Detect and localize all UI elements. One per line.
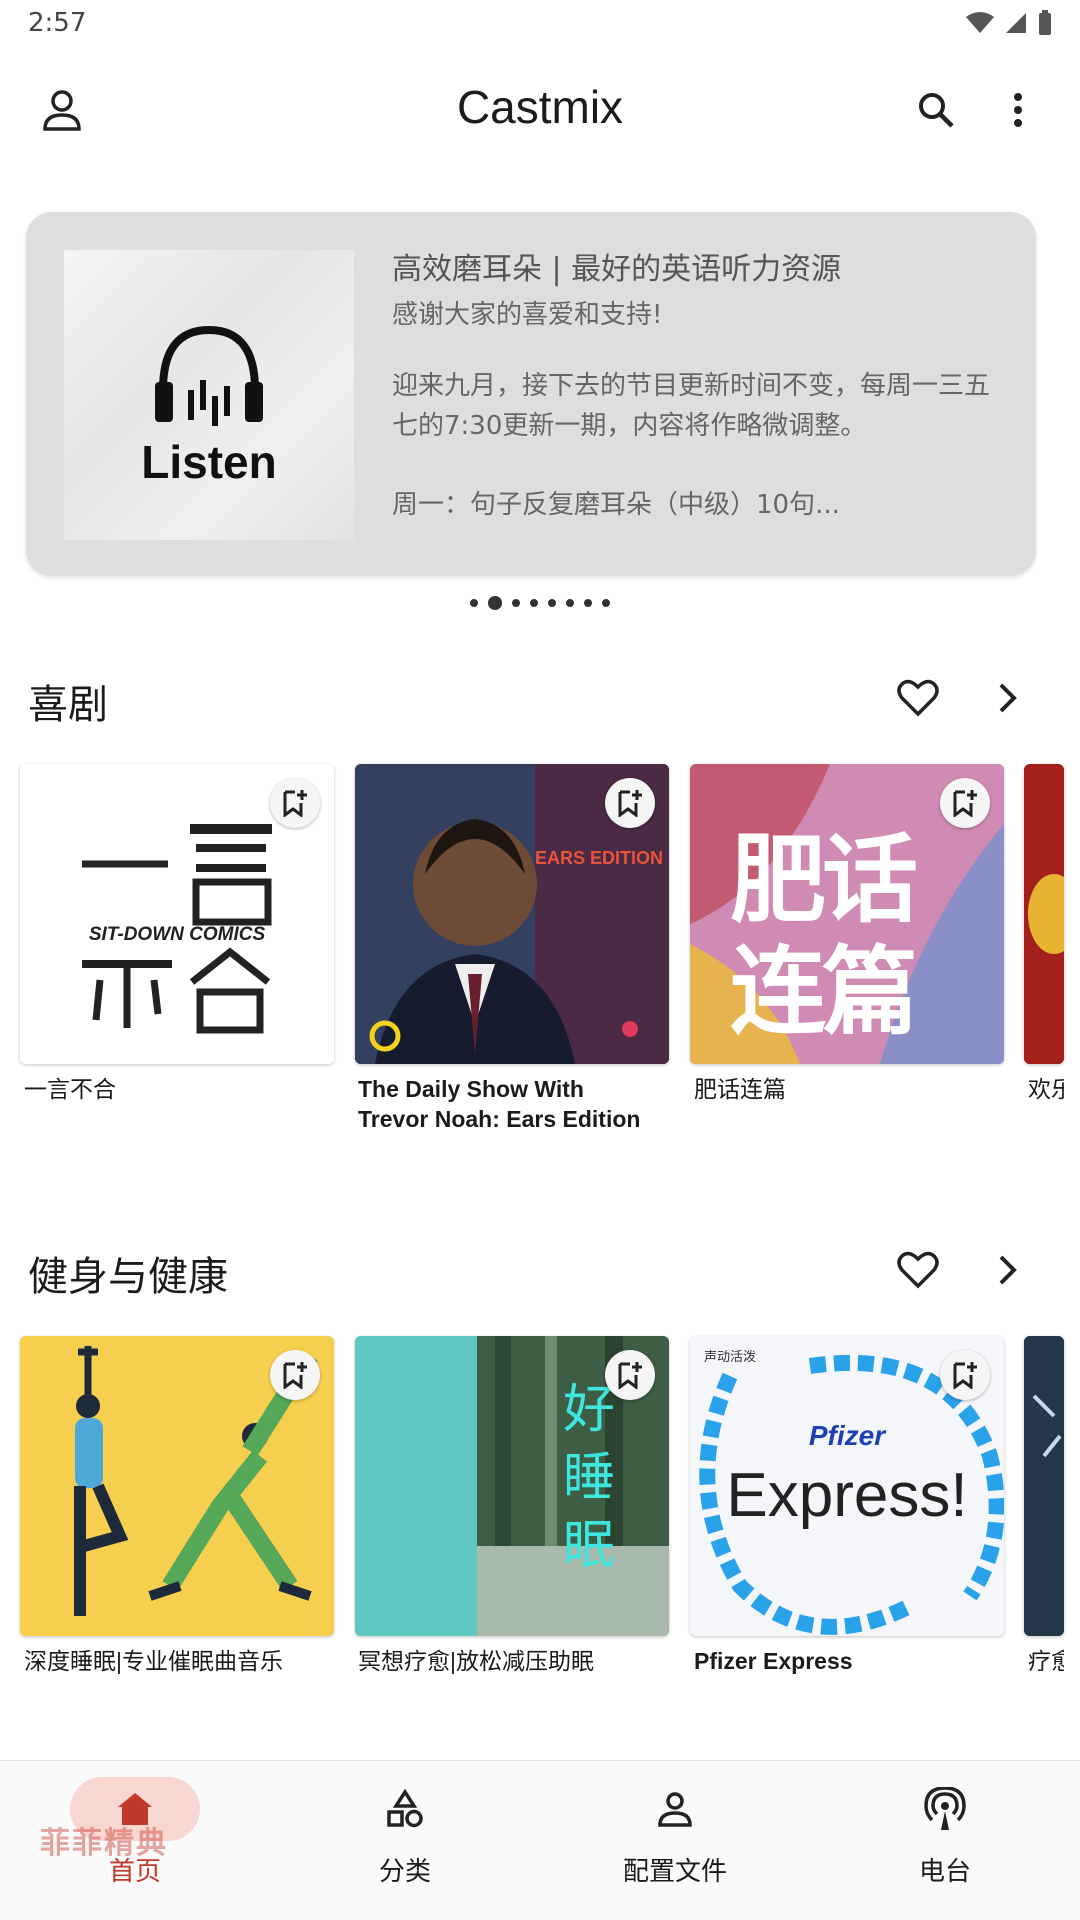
podcast-card[interactable]: 声动活泼 Pfizer Express! bbox=[690, 1336, 1004, 1636]
artwork-text: EARS EDITION bbox=[535, 848, 664, 868]
podcast-card[interactable]: SIT-DOWN COMICS bbox=[20, 764, 334, 1064]
podcast-title: 肥话连篇 bbox=[694, 1076, 786, 1102]
section-title-health: 健身与健康 bbox=[28, 1254, 228, 1300]
podcast-icon bbox=[924, 1787, 966, 1830]
podcast-artwork bbox=[1024, 1336, 1064, 1636]
banner-line3: 周一：句子反复磨耳朵（中级）10句... bbox=[392, 490, 840, 520]
pager-dot[interactable] bbox=[602, 599, 610, 607]
bookmark-add-icon bbox=[283, 790, 307, 817]
watermark: 菲菲精典 bbox=[40, 1826, 168, 1861]
pager-dot[interactable] bbox=[584, 599, 592, 607]
search-icon bbox=[919, 93, 954, 128]
chevron-right-icon bbox=[999, 1255, 1017, 1285]
headphones-icon bbox=[155, 325, 263, 426]
subscribe-button[interactable] bbox=[270, 778, 320, 828]
wifi-icon bbox=[966, 12, 994, 33]
banner-pager bbox=[0, 596, 1080, 610]
podcast-title: 疗愈 bbox=[1028, 1648, 1064, 1674]
artwork-top-text: 声动活泼 bbox=[704, 1350, 757, 1365]
podcast-card[interactable]: EARS EDITION bbox=[355, 764, 669, 1064]
podcast-card[interactable]: 好睡眠 bbox=[355, 1336, 669, 1636]
signal-icon bbox=[1006, 13, 1026, 33]
nav-profile-label: 配置文件 bbox=[622, 1857, 727, 1887]
pager-dot[interactable] bbox=[470, 599, 478, 607]
heart-outline-icon bbox=[897, 679, 939, 717]
search-button[interactable] bbox=[906, 80, 966, 140]
banner-artwork: Listen bbox=[64, 250, 354, 540]
status-icons bbox=[966, 10, 1052, 36]
banner-line2: 迎来九月，接下去的节目更新时间不变，每周一三五七的7:30更新一期，内容将作略微… bbox=[392, 371, 991, 441]
favorite-section-button[interactable] bbox=[890, 1242, 946, 1298]
bookmark-add-icon bbox=[283, 1362, 307, 1389]
nav-radio[interactable]: 电台 bbox=[810, 1761, 1080, 1920]
podcast-title: 欢乐 bbox=[1028, 1076, 1064, 1102]
banner-title: 高效磨耳朵 | 最好的英语听力资源 bbox=[392, 252, 842, 287]
bookmark-add-icon bbox=[618, 790, 642, 817]
artwork-brand: Pfizer bbox=[808, 1420, 886, 1451]
more-options-button[interactable] bbox=[988, 80, 1048, 140]
status-time: 2:57 bbox=[28, 8, 87, 38]
podcast-title: The Daily Show With Trevor Noah: Ears Ed… bbox=[358, 1076, 641, 1132]
artwork-text: Express! bbox=[726, 1461, 968, 1530]
podcast-card[interactable] bbox=[1024, 1336, 1064, 1636]
nav-profile-indicator bbox=[610, 1777, 740, 1841]
nav-radio-indicator bbox=[880, 1777, 1010, 1841]
category-icon bbox=[387, 1789, 423, 1828]
nav-categories-indicator bbox=[340, 1777, 470, 1841]
section-more-button[interactable] bbox=[980, 1242, 1036, 1298]
podcast-card[interactable] bbox=[20, 1336, 334, 1636]
pager-dot[interactable] bbox=[530, 599, 538, 607]
more-vert-icon bbox=[1014, 93, 1022, 127]
subscribe-button[interactable] bbox=[940, 778, 990, 828]
pager-dot[interactable] bbox=[512, 599, 520, 607]
featured-banner[interactable]: Listen 高效磨耳朵 | 最好的英语听力资源 感谢大家的喜爱和支持! 迎来九… bbox=[26, 212, 1036, 576]
podcast-card[interactable]: 肥话连篇 bbox=[690, 764, 1004, 1064]
banner-artwork-text: Listen bbox=[141, 436, 277, 488]
battery-icon bbox=[1039, 10, 1051, 35]
subscribe-button[interactable] bbox=[940, 1350, 990, 1400]
podcast-title: 冥想疗愈|放松减压助眠 bbox=[358, 1648, 594, 1674]
artwork-text: SIT-DOWN COMICS bbox=[88, 924, 266, 945]
podcast-title: Pfizer Express bbox=[694, 1648, 853, 1674]
profile-icon bbox=[658, 1792, 692, 1827]
nav-profile[interactable]: 配置文件 bbox=[540, 1761, 810, 1920]
bookmark-add-icon bbox=[953, 1362, 977, 1389]
pager-dot[interactable] bbox=[548, 599, 556, 607]
chevron-right-icon bbox=[999, 683, 1017, 713]
pager-dot[interactable] bbox=[566, 599, 574, 607]
subscribe-button[interactable] bbox=[270, 1350, 320, 1400]
heart-outline-icon bbox=[897, 1251, 939, 1289]
podcast-artwork bbox=[1024, 764, 1064, 1064]
subscribe-button[interactable] bbox=[605, 778, 655, 828]
nav-radio-label: 电台 bbox=[918, 1857, 971, 1887]
favorite-section-button[interactable] bbox=[890, 670, 946, 726]
artwork-text: 肥话连篇 bbox=[730, 824, 918, 1048]
podcast-title: 深度睡眠|专业催眠曲音乐 bbox=[24, 1648, 283, 1674]
subscribe-button[interactable] bbox=[605, 1350, 655, 1400]
pager-dot-active[interactable] bbox=[488, 596, 502, 610]
nav-categories-label: 分类 bbox=[378, 1857, 431, 1887]
section-title-comedy: 喜剧 bbox=[28, 682, 108, 728]
nav-categories[interactable]: 分类 bbox=[270, 1761, 540, 1920]
podcast-title: 一言不合 bbox=[24, 1076, 116, 1102]
bookmark-add-icon bbox=[953, 790, 977, 817]
banner-line1: 感谢大家的喜爱和支持! bbox=[392, 300, 663, 330]
artwork-text: 好睡眠 bbox=[563, 1380, 616, 1576]
podcast-card[interactable] bbox=[1024, 764, 1064, 1064]
app-bar: Castmix bbox=[0, 60, 1080, 160]
bookmark-add-icon bbox=[618, 1362, 642, 1389]
section-more-button[interactable] bbox=[980, 670, 1036, 726]
status-bar: 2:57 bbox=[0, 0, 1080, 50]
